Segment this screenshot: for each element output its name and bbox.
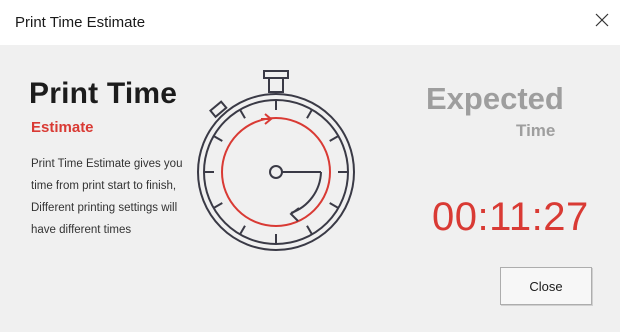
heading-estimate: Estimate bbox=[31, 119, 94, 136]
stopwatch-icon bbox=[195, 68, 365, 263]
stopwatch-tick bbox=[239, 225, 246, 235]
window-title: Print Time Estimate bbox=[15, 14, 146, 31]
description: Print Time Estimate gives you time from … bbox=[31, 153, 211, 241]
description-line: Print Time Estimate gives you bbox=[31, 158, 183, 170]
stopwatch-tick bbox=[329, 202, 339, 209]
dialog-content: Print Time Estimate Print Time Estimate … bbox=[0, 45, 620, 332]
description-line: have different times bbox=[31, 224, 132, 236]
close-button[interactable]: Close bbox=[500, 267, 592, 305]
stopwatch-tick bbox=[329, 135, 339, 142]
close-icon[interactable] bbox=[588, 6, 616, 34]
stopwatch-tick bbox=[306, 109, 313, 119]
stopwatch-tick bbox=[213, 135, 223, 142]
title-bar: Print Time Estimate bbox=[0, 0, 620, 45]
heading-print-time: Print Time bbox=[29, 77, 178, 110]
estimated-time-value: 00:11:27 bbox=[432, 195, 589, 239]
stopwatch-tick bbox=[306, 225, 313, 235]
stopwatch-tick bbox=[239, 109, 246, 119]
description-line: time from print start to finish, bbox=[31, 180, 177, 192]
print-time-estimate-dialog: Print Time Estimate Print Time Estimate … bbox=[0, 0, 620, 332]
expected-label: Expected bbox=[426, 81, 564, 116]
time-label: Time bbox=[516, 121, 556, 140]
stopwatch-tick bbox=[213, 202, 223, 209]
description-line: Different printing settings will bbox=[31, 202, 178, 214]
